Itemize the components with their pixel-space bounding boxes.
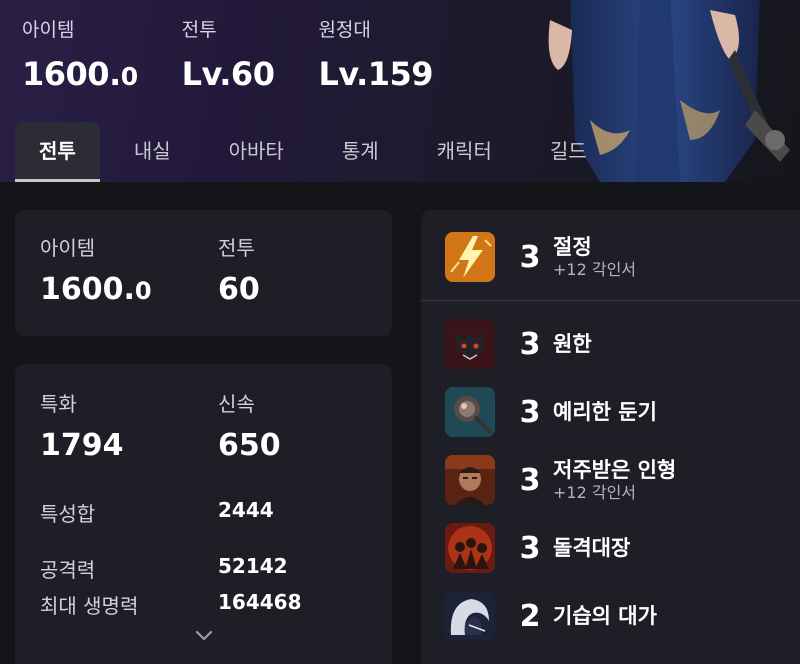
stat-specialization: 특화 1794 bbox=[40, 390, 124, 466]
engraving-level: 3 bbox=[519, 394, 541, 430]
engraving-level: 3 bbox=[519, 530, 541, 566]
summary-combat-level: 전투 60 bbox=[218, 234, 260, 310]
character-header: 아이템 1600.0 전투 Lv.60 원정대 Lv.159 전투 내실 아바타… bbox=[0, 0, 800, 182]
level-summary-card: 아이템 1600.0 전투 60 bbox=[15, 210, 392, 336]
stat-value: 52142 bbox=[218, 554, 288, 578]
engraving-level: 3 bbox=[519, 239, 541, 275]
ambush-icon bbox=[445, 591, 495, 641]
tab-guild[interactable]: 길드 bbox=[526, 122, 611, 182]
tab-statistics[interactable]: 통계 bbox=[318, 122, 403, 182]
engraving-item[interactable]: 3 저주받은 인형 +12 각인서 bbox=[445, 452, 800, 508]
engraving-name: 돌격대장 bbox=[553, 536, 631, 560]
stats-card: 특화 1794 신속 650 특성합 2444 공격력 52142 최대 생명력… bbox=[15, 364, 392, 664]
beast-icon bbox=[445, 319, 495, 369]
stat-attack: 공격력 52142 bbox=[40, 554, 380, 583]
top-stat-value: Lv.60 bbox=[181, 55, 275, 93]
engraving-name: 절정 bbox=[553, 235, 592, 259]
stat-label: 특성합 bbox=[40, 502, 96, 526]
tab-combat[interactable]: 전투 bbox=[15, 122, 100, 182]
divider bbox=[421, 300, 800, 301]
doll-icon bbox=[445, 455, 495, 505]
engraving-book: +12 각인서 bbox=[553, 483, 637, 502]
top-stat-value: 1600.0 bbox=[22, 55, 138, 93]
top-stat-label: 원정대 bbox=[318, 19, 371, 41]
stat-value: 650 bbox=[218, 428, 281, 463]
engraving-book: +12 각인서 bbox=[553, 260, 637, 279]
engraving-item[interactable]: 3 돌격대장 bbox=[445, 520, 800, 576]
engraving-level: 2 bbox=[519, 598, 541, 634]
stat-max-hp: 최대 생명력 164468 bbox=[40, 590, 380, 619]
stat-label: 공격력 bbox=[40, 558, 96, 582]
summary-item-level: 아이템 1600.0 bbox=[40, 234, 152, 311]
tab-avatar[interactable]: 아바타 bbox=[205, 122, 308, 182]
engraving-item[interactable]: 3 예리한 둔기 bbox=[445, 384, 800, 440]
tab-bar: 전투 내실 아바타 통계 캐릭터 길드 bbox=[15, 122, 621, 182]
tab-internal[interactable]: 내실 bbox=[110, 122, 195, 182]
summary-item-label: 아이템 bbox=[40, 236, 96, 260]
stat-label: 신속 bbox=[218, 392, 255, 416]
summary-combat-value: 60 bbox=[218, 272, 260, 307]
top-stat-value: Lv.159 bbox=[318, 55, 434, 93]
engraving-name: 원한 bbox=[553, 332, 592, 356]
engraving-name: 예리한 둔기 bbox=[553, 400, 657, 424]
stat-value: 2444 bbox=[218, 498, 274, 522]
chevron-down-icon[interactable] bbox=[195, 630, 213, 642]
engraving-item[interactable]: 3 원한 bbox=[445, 316, 800, 372]
engraving-level: 3 bbox=[519, 326, 541, 362]
summary-item-value: 1600.0 bbox=[40, 272, 152, 307]
engraving-name: 기습의 대가 bbox=[553, 604, 657, 628]
engraving-level: 3 bbox=[519, 462, 541, 498]
engraving-item[interactable]: 3 절정 +12 각인서 bbox=[445, 229, 800, 285]
mace-icon bbox=[445, 387, 495, 437]
stat-swiftness: 신속 650 bbox=[218, 390, 281, 466]
stat-trait-total: 특성합 2444 bbox=[40, 498, 380, 527]
top-stat-item-level: 아이템 1600.0 bbox=[22, 16, 138, 99]
stat-label: 최대 생명력 bbox=[40, 594, 139, 618]
top-stat-label: 아이템 bbox=[22, 19, 75, 41]
stat-value: 1794 bbox=[40, 428, 124, 463]
engraving-name: 저주받은 인형 bbox=[553, 458, 677, 482]
top-stat-expedition-level: 원정대 Lv.159 bbox=[318, 16, 433, 99]
stat-label: 특화 bbox=[40, 392, 77, 416]
lightning-icon bbox=[445, 232, 495, 282]
engravings-card: 3 절정 +12 각인서 3 원한 3 예리한 둔기 3 저주받은 인형 +12… bbox=[421, 210, 800, 664]
tab-character[interactable]: 캐릭터 bbox=[413, 122, 516, 182]
charge-icon bbox=[445, 523, 495, 573]
summary-combat-label: 전투 bbox=[218, 236, 255, 260]
top-stat-label: 전투 bbox=[181, 19, 217, 41]
engraving-item[interactable]: 2 기습의 대가 bbox=[445, 588, 800, 644]
top-stat-combat-level: 전투 Lv.60 bbox=[182, 16, 275, 99]
stat-value: 164468 bbox=[218, 590, 302, 614]
